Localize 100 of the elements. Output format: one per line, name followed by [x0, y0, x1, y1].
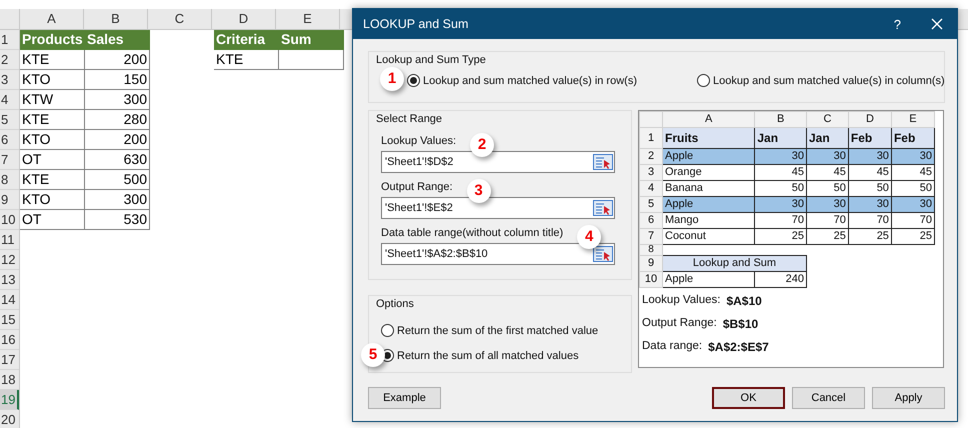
row-header[interactable]: 9: [0, 190, 19, 210]
row-header[interactable]: 13: [0, 270, 19, 290]
radio-label[interactable]: Return the sum of the first matched value: [397, 324, 598, 336]
close-icon[interactable]: [931, 18, 943, 30]
table-header-cell: Lookup and Sum: [662, 256, 806, 272]
row-header: 6: [640, 212, 662, 228]
window-title: LOOKUP and Sum: [363, 17, 470, 31]
help-button[interactable]: ?: [894, 16, 901, 32]
table-cell: KTE: [20, 50, 85, 70]
table-cell: 30: [806, 196, 848, 212]
table-cell: 70: [754, 212, 806, 228]
table-cell: KTE: [20, 110, 85, 130]
radio-label[interactable]: Return the sum of all matched values: [397, 350, 579, 362]
range-select-icon[interactable]: [593, 200, 613, 216]
radio-label[interactable]: Lookup and sum matched value(s) in column(s): [712, 74, 945, 86]
row-header[interactable]: 12: [0, 250, 19, 270]
row-header[interactable]: 19: [0, 390, 19, 410]
table-cell: 200: [85, 130, 150, 150]
table-cell: 630: [85, 150, 150, 170]
row-header[interactable]: 11: [0, 230, 19, 250]
table-cell: KTE: [20, 170, 85, 190]
radio-button[interactable]: [407, 74, 420, 87]
table-cell: 45: [891, 164, 934, 180]
table-cell: Apple: [662, 196, 755, 212]
field-label: Output Range:: [381, 181, 453, 193]
row-header[interactable]: 17: [0, 350, 19, 370]
table-cell: 30: [891, 148, 934, 164]
table-cell: 25: [891, 228, 934, 244]
table-cell: OT: [20, 210, 85, 230]
table-cell: Feb: [848, 128, 892, 148]
dialog-button[interactable]: Cancel: [792, 387, 865, 409]
row-header[interactable]: 15: [0, 310, 19, 330]
table-cell: Fruits: [662, 128, 755, 148]
step-badge: 5: [361, 343, 385, 367]
row-header[interactable]: 16: [0, 330, 19, 350]
row-header: 1: [640, 128, 662, 148]
table-cell: 500: [85, 170, 150, 190]
column-header[interactable]: E: [276, 9, 340, 29]
note-label: Lookup Values:: [642, 294, 720, 308]
table-cell: OT: [20, 150, 85, 170]
table-cell: 45: [806, 164, 848, 180]
table-cell: KTE: [214, 50, 279, 70]
note-value: $A$2:$E$7: [708, 340, 769, 354]
row-header[interactable]: 10: [0, 210, 19, 230]
radio-button[interactable]: [381, 324, 394, 337]
row-header[interactable]: 6: [0, 130, 19, 150]
column-header: B: [754, 112, 806, 128]
table-cell: 70: [848, 212, 892, 228]
table-cell: 280: [85, 110, 150, 130]
row-header[interactable]: 14: [0, 290, 19, 310]
row-header[interactable]: 3: [0, 70, 19, 90]
row-header[interactable]: 2: [0, 50, 19, 70]
table-cell: KTO: [20, 130, 85, 150]
row-header[interactable]: 4: [0, 90, 19, 110]
range-input-field[interactable]: 'Sheet1'!$D$2: [381, 151, 615, 173]
row-header[interactable]: 8: [0, 170, 19, 190]
table-cell: Apple: [662, 148, 755, 164]
table-cell: [279, 50, 344, 70]
table-cell: KTW: [20, 90, 85, 110]
column-header[interactable]: C: [148, 9, 212, 29]
table-cell: 300: [85, 90, 150, 110]
table-cell: Jan: [806, 128, 848, 148]
column-header[interactable]: A: [20, 9, 84, 29]
table-cell: Orange: [662, 164, 755, 180]
table-cell: 45: [754, 164, 806, 180]
table-cell: 30: [848, 196, 892, 212]
row-header: 9: [640, 256, 662, 272]
column-header[interactable]: D: [212, 9, 276, 29]
table-cell: 30: [754, 196, 806, 212]
dialog-button[interactable]: Apply: [872, 387, 945, 409]
row-header[interactable]: 7: [0, 150, 19, 170]
table-cell: 70: [806, 212, 848, 228]
table-cell: Apple: [662, 272, 755, 288]
range-select-icon[interactable]: [593, 154, 613, 170]
field-label: Data table range(without column title): [381, 227, 564, 239]
dialog-button[interactable]: OK: [712, 387, 785, 409]
note-label: Data range:: [642, 340, 702, 354]
radio-button[interactable]: [696, 74, 710, 87]
range-select-icon[interactable]: [593, 246, 613, 262]
table-header-cell: Sum: [279, 30, 344, 50]
field-label: Lookup Values:: [381, 135, 456, 147]
range-input-field[interactable]: 'Sheet1'!$E$2: [381, 197, 615, 219]
table-cell: 30: [848, 148, 892, 164]
table-cell: 25: [754, 228, 806, 244]
row-header[interactable]: 5: [0, 110, 19, 130]
table-cell: 30: [891, 196, 934, 212]
radio-label[interactable]: Lookup and sum matched value(s) in row(s): [423, 74, 637, 86]
table-cell: 70: [891, 212, 934, 228]
row-header[interactable]: 1: [0, 30, 19, 50]
table-header-cell: Sales: [85, 30, 150, 50]
column-header[interactable]: B: [84, 9, 148, 29]
step-badge: 3: [466, 179, 491, 203]
row-header[interactable]: 20: [0, 410, 19, 428]
dialog-button[interactable]: Example: [368, 387, 441, 409]
column-header: C: [806, 112, 848, 128]
note-value: $A$10: [726, 294, 762, 308]
column-header: E: [891, 112, 934, 128]
table-cell: 45: [848, 164, 892, 180]
group-title: Select Range: [376, 113, 442, 125]
range-input-field[interactable]: 'Sheet1'!$A$2:$B$10: [381, 243, 615, 265]
